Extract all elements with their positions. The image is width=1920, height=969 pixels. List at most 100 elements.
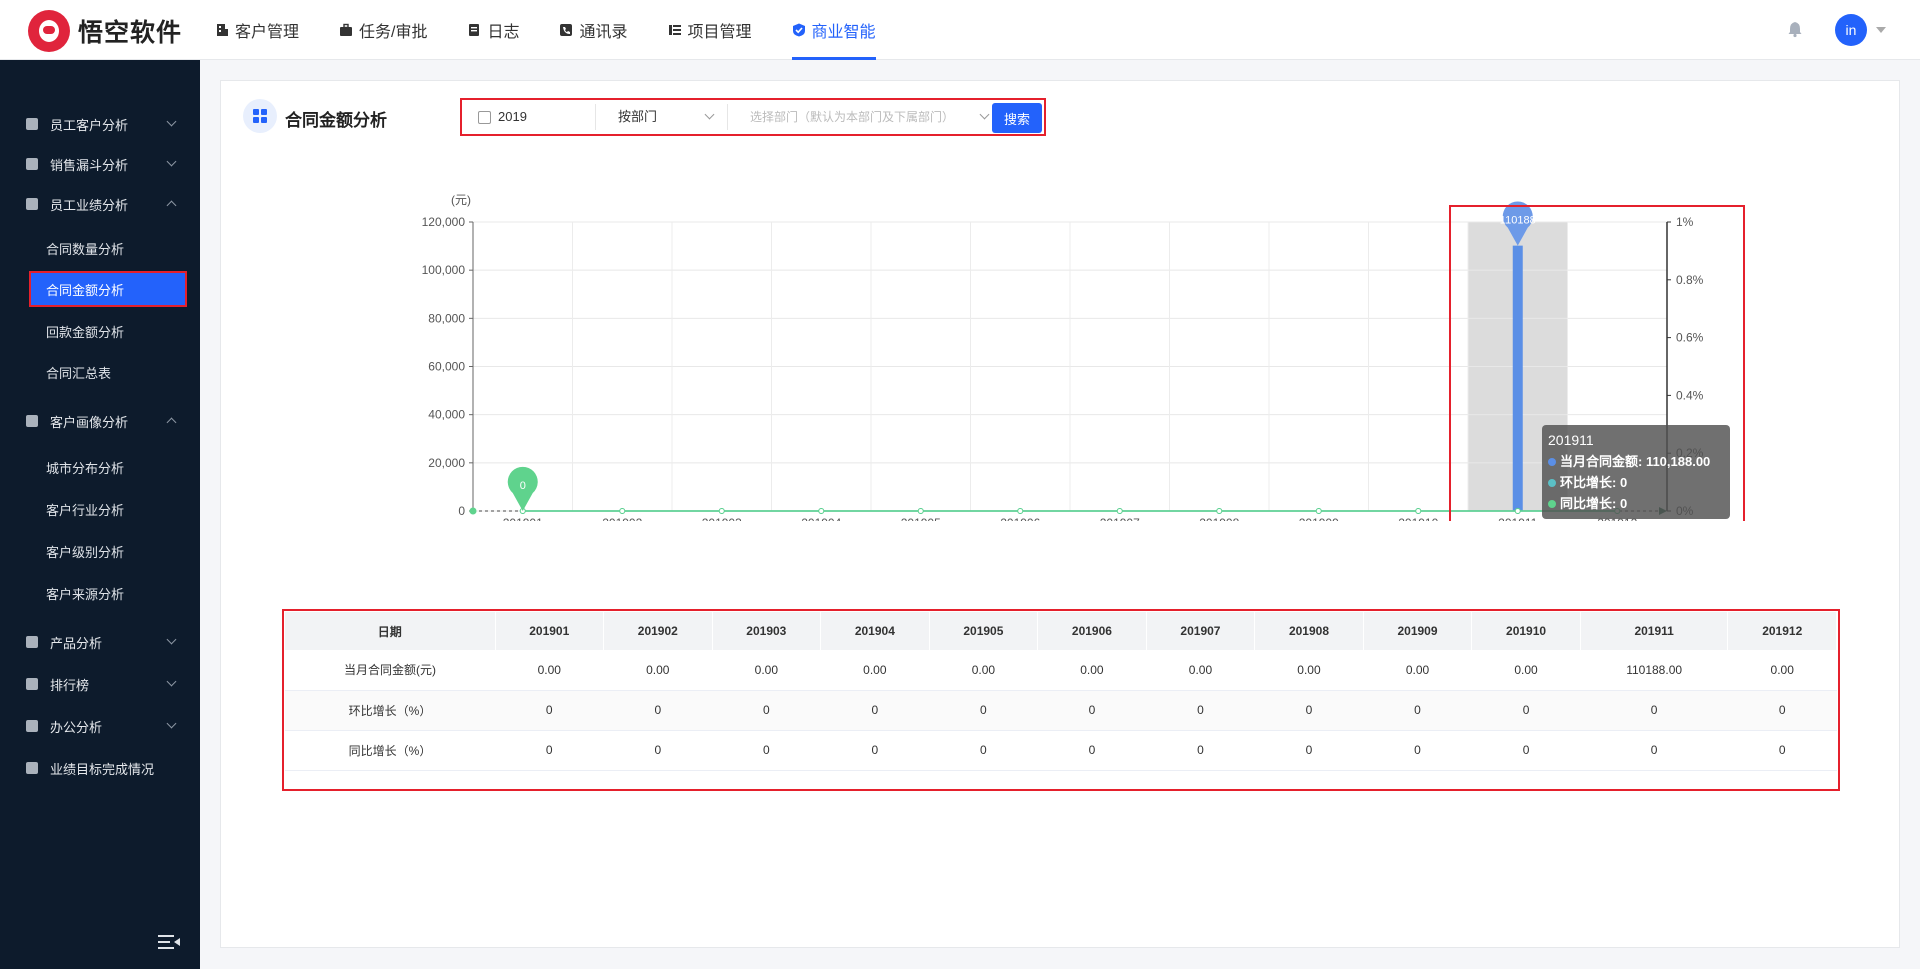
- sidebar-sub-level[interactable]: 客户级别分析: [0, 533, 200, 569]
- table-header-cell: 201901: [495, 612, 605, 650]
- funnel-icon: [26, 158, 38, 170]
- table-body: 当月合同金额(元) 0.00 0.00 0.00 0.00 0.00 0.00 0.00 0.0…: [285, 650, 1837, 771]
- nav-label: 通讯录: [579, 24, 628, 41]
- table-cell: 0: [1727, 690, 1837, 731]
- sidebar-item-sales-funnel[interactable]: 销售漏斗分析: [0, 146, 200, 182]
- table-cell: 0: [1254, 690, 1364, 731]
- table-row: 同比增长（%） 0 0 0 0 0 0 0 0 0 0 0 0: [285, 730, 1837, 771]
- table-cell: 0.00: [820, 650, 930, 691]
- sidebar-item-employee-customer[interactable]: 员工客户分析: [0, 106, 200, 142]
- marker-label: 110188: [1500, 215, 1536, 227]
- table-cell: 0.00: [495, 650, 604, 691]
- project-icon: [668, 23, 682, 37]
- sidebar-sub-label: 合同数量分析: [46, 241, 125, 257]
- sidebar-sub-payment-amount[interactable]: 回款金额分析: [0, 313, 200, 349]
- table-cell: 0.00: [712, 650, 821, 691]
- sidebar-item-employee-performance[interactable]: 员工业绩分析: [0, 186, 200, 222]
- tooltip-row: 环比增长: 0: [1560, 475, 1627, 490]
- nav-log[interactable]: 日志: [467, 0, 519, 60]
- sidebar-sub-city-distribution[interactable]: 城市分布分析: [0, 449, 200, 485]
- sidebar-item-customer-portrait[interactable]: 客户画像分析: [0, 403, 200, 439]
- y-right-tick-label: 0.8%: [1676, 273, 1704, 287]
- table-cell: 110188.00: [1580, 650, 1728, 691]
- nav-customer-management[interactable]: 客户管理: [215, 0, 299, 60]
- briefcase-icon: [26, 720, 38, 732]
- chevron-down-icon[interactable]: [1876, 27, 1886, 33]
- y-axis-tick-label: 100,000: [422, 263, 466, 277]
- building-icon: [215, 23, 229, 37]
- logo-text: 悟空软件: [78, 19, 183, 47]
- sidebar-item-office[interactable]: 办公分析: [0, 708, 200, 744]
- sidebar-sub-contract-count[interactable]: 合同数量分析: [0, 230, 200, 266]
- y-right-tick-label: 0.4%: [1676, 388, 1704, 402]
- sidebar-item-product[interactable]: 产品分析: [0, 624, 200, 660]
- sidebar-sub-contract-amount[interactable]: 合同金额分析: [29, 271, 187, 307]
- collapse-menu-icon[interactable]: [158, 935, 180, 949]
- table-cell: 0: [820, 730, 930, 771]
- nav-label: 项目管理: [687, 24, 752, 41]
- line-point: [917, 508, 924, 514]
- x-axis-tick-label: 201905: [901, 516, 941, 521]
- tooltip-title: 201911: [1548, 432, 1594, 448]
- table-cell: 0: [712, 690, 821, 731]
- table-header-row: 日期 201901 201902 201903 201904 201905 201906 20…: [285, 612, 1837, 650]
- marker-label: 0: [520, 480, 526, 492]
- sidebar-item-target-completion[interactable]: 业绩目标完成情况: [0, 750, 200, 786]
- bar-chart-icon: [26, 198, 38, 210]
- sidebar-item-ranking[interactable]: 排行榜: [0, 666, 200, 702]
- x-axis-tick-label: 201906: [1000, 516, 1040, 521]
- table-cell: 0: [1471, 730, 1581, 771]
- phone-book-icon: [559, 23, 573, 37]
- sidebar-sub-label: 客户行业分析: [46, 502, 125, 518]
- y-axis-unit: (元): [451, 193, 471, 207]
- monkey-logo-icon: [28, 10, 70, 52]
- table-cell: 0: [1471, 690, 1581, 731]
- table-cell: 同比增长（%）: [285, 730, 495, 771]
- nav-project-management[interactable]: 项目管理: [668, 0, 752, 60]
- y-right-tick-label: 0.6%: [1676, 331, 1704, 345]
- x-axis-tick-label: 201910: [1398, 516, 1438, 521]
- line-point: [1116, 508, 1123, 514]
- table-cell: 0.00: [1037, 650, 1147, 691]
- table-header-cell: 201902: [603, 612, 713, 650]
- table-cell: 0.00: [1471, 650, 1581, 691]
- table-cell: 0: [1580, 690, 1728, 731]
- users-icon: [26, 415, 38, 427]
- chevron-up-icon: [166, 417, 177, 428]
- table-cell: 0: [1146, 730, 1255, 771]
- user-avatar[interactable]: in: [1835, 14, 1867, 46]
- chevron-down-icon: [166, 634, 177, 645]
- nav-contacts[interactable]: 通讯录: [559, 0, 628, 60]
- nav-label: 任务/审批: [359, 24, 428, 41]
- table-cell: 0: [929, 730, 1038, 771]
- sidebar-sub-source[interactable]: 客户来源分析: [0, 575, 200, 611]
- line-point: [1415, 508, 1422, 514]
- nav-business-intelligence[interactable]: 商业智能: [791, 0, 876, 60]
- sidebar-sub-label: 合同汇总表: [46, 365, 112, 381]
- table-cell: 0: [495, 690, 604, 731]
- main-nav: 客户管理 任务/审批 日志 通讯录 项目管理 商业智能: [215, 0, 916, 60]
- table-cell: 0: [1037, 690, 1147, 731]
- chevron-up-icon: [166, 200, 177, 211]
- axis-origin-point: [469, 507, 477, 515]
- line-point: [1315, 508, 1322, 514]
- bell-icon[interactable]: [1786, 20, 1804, 38]
- sidebar-sub-contract-summary[interactable]: 合同汇总表: [0, 354, 200, 390]
- y-axis-tick-label: 20,000: [428, 456, 465, 470]
- app-logo[interactable]: 悟空软件: [28, 10, 182, 52]
- nav-tasks-approval[interactable]: 任务/审批: [339, 0, 427, 60]
- sidebar-sub-industry[interactable]: 客户行业分析: [0, 491, 200, 527]
- y-axis-tick-label: 80,000: [428, 311, 465, 325]
- table-cell: 0: [603, 730, 713, 771]
- y-right-tick-label: 1%: [1676, 215, 1694, 229]
- table-cell: 0: [1363, 690, 1472, 731]
- table-row: 当月合同金额(元) 0.00 0.00 0.00 0.00 0.00 0.00 0.00 0.0…: [285, 650, 1837, 691]
- x-axis-tick-label: 201901: [503, 516, 543, 521]
- sidebar-item-label: 员工业绩分析: [50, 197, 129, 213]
- sidebar-item-label: 销售漏斗分析: [50, 157, 129, 173]
- table-cell: 环比增长（%）: [285, 690, 495, 731]
- tooltip-dot: [1548, 479, 1556, 487]
- sidebar-item-label: 排行榜: [50, 677, 90, 693]
- table-cell: 0: [603, 690, 713, 731]
- x-axis-tick-label: 201904: [801, 516, 841, 521]
